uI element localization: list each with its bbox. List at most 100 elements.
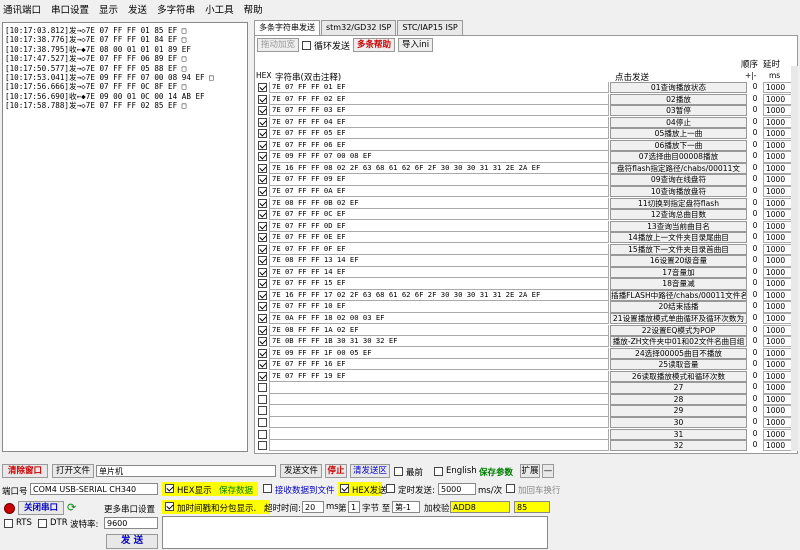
row-delay-input[interactable]: 1000 [763, 139, 793, 152]
row-string-input[interactable] [269, 382, 609, 394]
row-send-button[interactable]: 02播放 [610, 93, 747, 105]
row-delay-input[interactable]: 1000 [763, 128, 793, 140]
interval-input[interactable]: 5000 [438, 483, 476, 495]
row-hex-checkbox[interactable] [258, 221, 267, 231]
row-hex-checkbox[interactable] [258, 83, 267, 92]
menu-item[interactable]: 通讯端口 [3, 2, 41, 16]
row-hex-checkbox[interactable] [258, 417, 267, 427]
row-delay-input[interactable]: 1000 [763, 347, 793, 359]
row-hex-checkbox[interactable] [258, 371, 267, 381]
row-send-button[interactable]: 11切换到指定盘符flash [610, 197, 747, 209]
tab[interactable]: 多条字符串发送 [254, 20, 320, 36]
menu-item[interactable]: 帮助 [244, 2, 263, 16]
row-delay-input[interactable]: 1000 [763, 266, 793, 279]
row-delay-input[interactable]: 1000 [763, 428, 793, 440]
row-hex-checkbox[interactable] [258, 383, 267, 393]
row-seq[interactable]: 0 [749, 209, 761, 220]
send-button[interactable]: 发 送 [106, 534, 158, 549]
row-delay-input[interactable]: 1000 [763, 197, 793, 209]
row-seq[interactable]: 0 [749, 301, 761, 312]
row-hex-checkbox[interactable] [258, 279, 267, 289]
clear-send-area-button[interactable]: 清发送区 [350, 464, 390, 478]
row-hex-checkbox[interactable] [258, 348, 267, 358]
row-hex-checkbox[interactable] [258, 406, 267, 416]
row-seq[interactable]: 0 [749, 163, 761, 174]
rts-checkbox[interactable] [4, 519, 13, 528]
row-string-input[interactable]: 7E 07 FF FF 03 EF [269, 105, 609, 117]
row-send-button[interactable]: 10查询播放盘符 [610, 185, 747, 198]
row-hex-checkbox[interactable] [258, 117, 267, 127]
send-file-button[interactable]: 发送文件 [280, 464, 322, 478]
baud-select[interactable]: 9600 [104, 517, 158, 529]
row-delay-input[interactable]: 1000 [763, 232, 793, 244]
plus-minus-button[interactable]: +|- [745, 71, 757, 80]
row-hex-checkbox[interactable] [258, 163, 267, 173]
row-string-input[interactable]: 7E 07 FF FF 19 EF [269, 370, 609, 383]
row-send-button[interactable]: 20结束插播 [610, 301, 747, 313]
row-hex-checkbox[interactable] [258, 325, 267, 335]
send-data-input[interactable]: 85 [514, 501, 550, 513]
row-send-button[interactable]: 30 [610, 416, 747, 429]
row-seq[interactable]: 0 [749, 255, 761, 266]
start-byte-input[interactable]: 1 [348, 501, 360, 513]
row-delay-input[interactable]: 1000 [763, 359, 793, 371]
row-string-input[interactable]: 7E 07 FF FF 0F EF [269, 243, 609, 255]
row-string-input[interactable]: 7E 07 FF FF 15 EF [269, 278, 609, 290]
row-string-input[interactable]: 7E 07 FF FF 0C EF [269, 209, 609, 221]
row-send-button[interactable]: 14播放上一文件夹目录尾曲目 [610, 232, 747, 244]
row-delay-input[interactable]: 1000 [763, 324, 793, 336]
row-hex-checkbox[interactable] [258, 210, 267, 220]
row-send-button[interactable]: 05播放上一曲 [610, 128, 747, 140]
save-params-button[interactable]: 保存参数 [479, 466, 513, 478]
end-byte-select[interactable]: 第-1 [392, 501, 420, 513]
row-string-input[interactable]: 7E 09 FF FF 07 00 08 EF [269, 151, 609, 163]
open-file-button[interactable]: 打开文件 [52, 464, 94, 478]
row-delay-input[interactable]: 1000 [763, 105, 793, 117]
row-string-input[interactable]: 7E 07 FF FF 06 EF [269, 139, 609, 152]
row-string-input[interactable]: 7E 0B FF FF 1B 30 31 30 32 EF [269, 336, 609, 348]
row-seq[interactable]: 0 [749, 382, 761, 393]
menu-item[interactable]: 显示 [99, 2, 118, 16]
recv-to-file-checkbox[interactable] [263, 484, 272, 493]
row-delay-input[interactable]: 1000 [763, 405, 793, 417]
file-path-input[interactable]: 单片机 [96, 465, 276, 477]
row-string-input[interactable]: 7E 08 FF FF 13 14 EF [269, 255, 609, 267]
save-data-button[interactable]: 保存数据 [219, 484, 253, 496]
row-seq[interactable]: 0 [749, 174, 761, 185]
row-hex-checkbox[interactable] [258, 233, 267, 243]
row-hex-checkbox[interactable] [258, 429, 267, 439]
row-string-input[interactable]: 7E 07 FF FF 16 EF [269, 359, 609, 371]
row-string-input[interactable]: 7E 16 FF FF 08 02 2F 63 68 61 62 6F 2F 3… [269, 162, 609, 175]
row-seq[interactable]: 0 [749, 348, 761, 359]
row-send-button[interactable]: 29 [610, 405, 747, 417]
row-send-button[interactable]: 09查询在线盘符 [610, 174, 747, 186]
row-delay-input[interactable]: 1000 [763, 336, 793, 348]
row-send-button[interactable]: 06播放下一曲 [610, 139, 747, 152]
english-checkbox[interactable] [434, 467, 443, 476]
row-seq[interactable]: 0 [749, 359, 761, 370]
row-hex-checkbox[interactable] [258, 244, 267, 254]
row-string-input[interactable]: 7E 07 FF FF 0E EF [269, 232, 609, 244]
row-string-input[interactable]: 7E 07 FF FF 10 EF [269, 301, 609, 313]
row-delay-input[interactable]: 1000 [763, 162, 793, 175]
hex-send-checkbox[interactable] [340, 484, 349, 493]
row-delay-input[interactable]: 1000 [763, 255, 793, 267]
row-seq[interactable]: 0 [749, 290, 761, 301]
row-hex-checkbox[interactable] [258, 152, 267, 162]
row-seq[interactable]: 0 [749, 140, 761, 151]
row-hex-checkbox[interactable] [258, 314, 267, 323]
row-send-button[interactable]: 21设置播放模式单曲循环及循环次数为 [610, 313, 747, 325]
row-string-input[interactable]: 7E 0A FF FF 18 02 00 03 EF [269, 313, 609, 325]
row-seq[interactable]: 0 [749, 186, 761, 197]
row-hex-checkbox[interactable] [258, 394, 267, 404]
row-seq[interactable]: 0 [749, 82, 761, 93]
row-delay-input[interactable]: 1000 [763, 209, 793, 221]
row-send-button[interactable]: 盘符flash指定路径/chabs/00011文 [610, 162, 747, 175]
row-send-button[interactable]: 13查询当前曲目名 [610, 220, 747, 232]
row-hex-checkbox[interactable] [258, 140, 267, 150]
row-delay-input[interactable]: 1000 [763, 243, 793, 255]
row-hex-checkbox[interactable] [258, 441, 267, 451]
topmost-checkbox[interactable] [394, 467, 403, 476]
row-delay-input[interactable]: 1000 [763, 278, 793, 290]
row-string-input[interactable]: 7E 07 FF FF 09 EF [269, 174, 609, 186]
